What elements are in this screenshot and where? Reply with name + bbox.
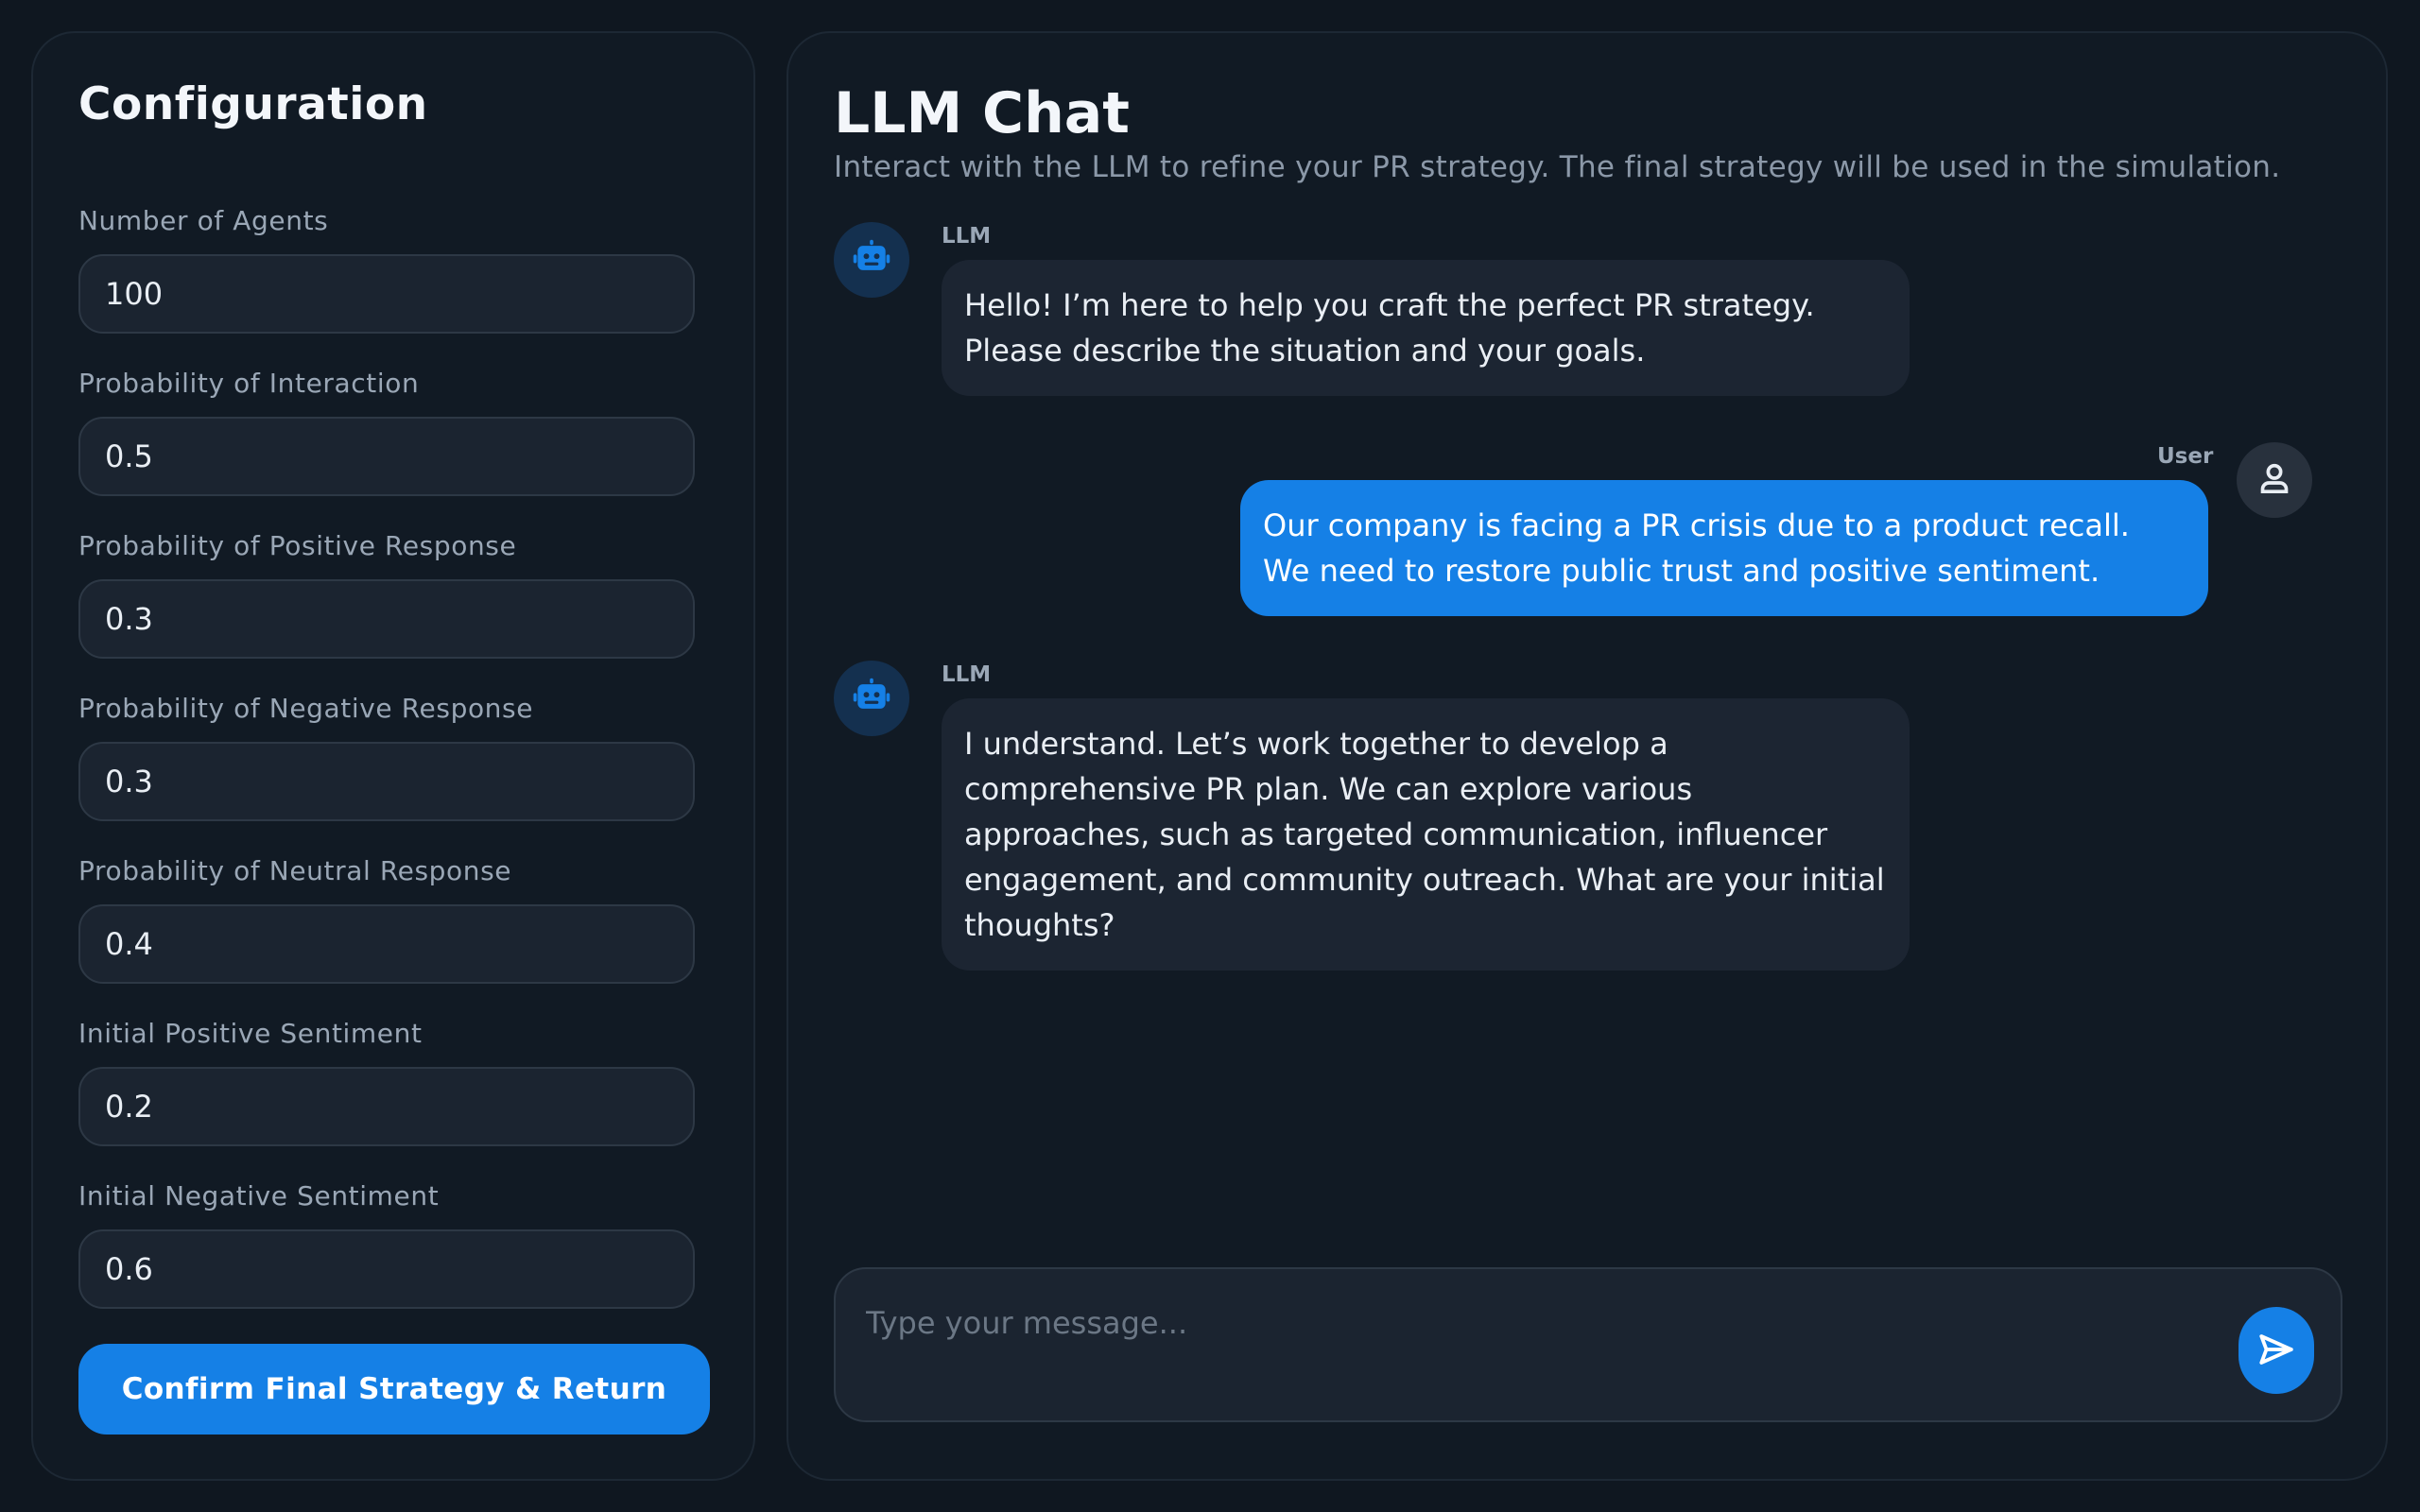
configuration-panel: Configuration Number of Agents Probabili… (31, 31, 755, 1481)
message-composer (834, 1267, 2342, 1422)
send-icon (2256, 1330, 2296, 1372)
probability-negative-response-label: Probability of Negative Response (78, 693, 534, 724)
probability-neutral-response-label: Probability of Neutral Response (78, 855, 512, 886)
probability-of-interaction-input[interactable] (78, 417, 695, 496)
probability-of-interaction-label: Probability of Interaction (78, 368, 420, 399)
chat-panel: LLM Chat Interact with the LLM to refine… (786, 31, 2388, 1481)
app-root: Configuration Number of Agents Probabili… (0, 0, 2420, 1512)
message-sender-label: User (2157, 444, 2214, 469)
probability-positive-response-label: Probability of Positive Response (78, 530, 517, 561)
probability-negative-response-input[interactable] (78, 742, 695, 821)
configuration-title: Configuration (78, 78, 428, 130)
probability-neutral-response-input[interactable] (78, 904, 695, 984)
message-sender-label: LLM (942, 224, 992, 249)
chat-subtitle: Interact with the LLM to refine your PR … (834, 150, 2281, 184)
confirm-final-strategy-button[interactable]: Confirm Final Strategy & Return (78, 1344, 710, 1435)
initial-positive-sentiment-input[interactable] (78, 1067, 695, 1146)
robot-icon (851, 676, 892, 721)
number-of-agents-label: Number of Agents (78, 205, 329, 236)
number-of-agents-input[interactable] (78, 254, 695, 334)
initial-negative-sentiment-input[interactable] (78, 1229, 695, 1309)
initial-positive-sentiment-label: Initial Positive Sentiment (78, 1018, 423, 1049)
send-button[interactable] (2238, 1307, 2314, 1394)
chat-message-bot: Hello! I’m here to help you craft the pe… (942, 260, 1910, 396)
message-input[interactable] (866, 1305, 2208, 1390)
robot-icon (851, 237, 892, 283)
chat-title: LLM Chat (834, 80, 1130, 146)
llm-avatar (834, 661, 909, 736)
user-icon (2256, 459, 2293, 501)
chat-message-bot: I understand. Let’s work together to dev… (942, 698, 1910, 971)
chat-message-user: Our company is facing a PR crisis due to… (1240, 480, 2208, 616)
initial-negative-sentiment-label: Initial Negative Sentiment (78, 1180, 440, 1211)
probability-positive-response-input[interactable] (78, 579, 695, 659)
message-sender-label: LLM (942, 662, 992, 687)
llm-avatar (834, 222, 909, 298)
user-avatar (2237, 442, 2312, 518)
